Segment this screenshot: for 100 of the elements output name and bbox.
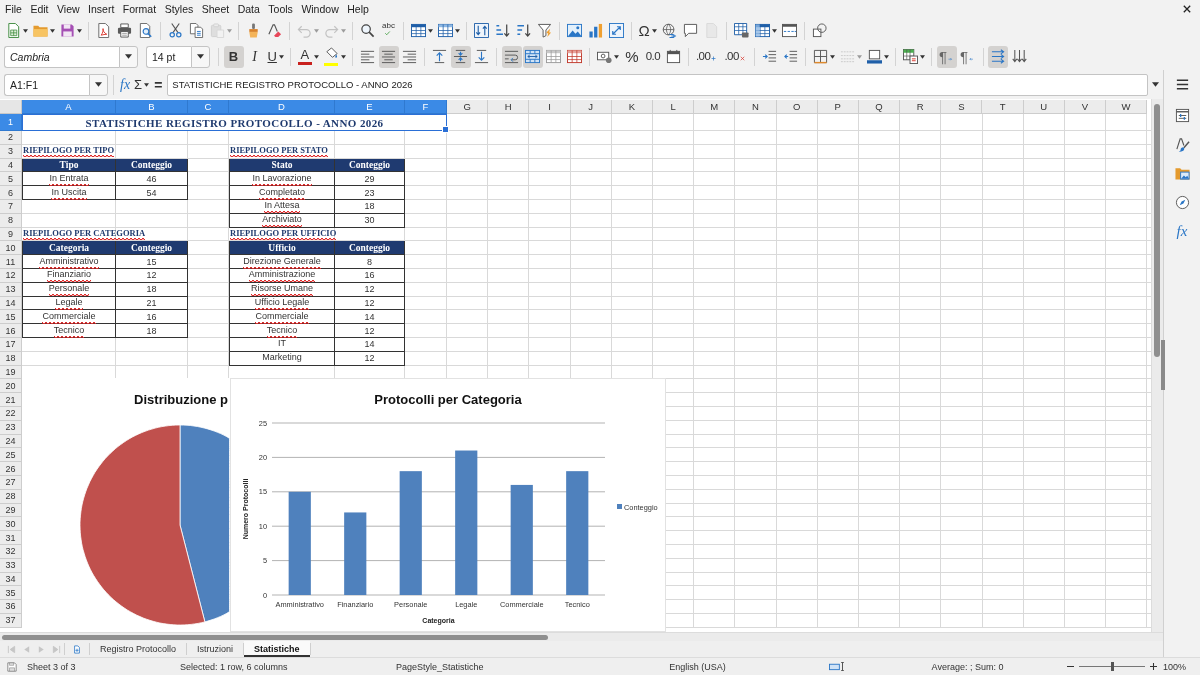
column-header[interactable]: I	[529, 100, 571, 114]
row-header[interactable]: 2	[0, 131, 22, 145]
function-wizard-button[interactable]: fx	[118, 73, 133, 96]
column-header[interactable]: M	[694, 100, 736, 114]
zoom-percent-text[interactable]: 100%	[1163, 661, 1187, 672]
rtl-button[interactable]: ¶	[957, 45, 978, 68]
row-header[interactable]: 31	[0, 531, 22, 545]
menu-item[interactable]: Window	[297, 2, 343, 16]
row-header[interactable]: 15	[0, 310, 22, 325]
align-center-button[interactable]	[378, 45, 399, 68]
dropdown-button[interactable]	[191, 45, 210, 68]
ltr-button[interactable]: ¶	[936, 45, 957, 68]
plus-icon[interactable]	[1150, 663, 1157, 670]
sheet-tab[interactable]: Registro Protocollo	[90, 641, 187, 657]
highlight-button[interactable]	[321, 45, 348, 68]
column-header[interactable]: L	[652, 100, 695, 114]
close-icon[interactable]	[1183, 5, 1191, 13]
column-header[interactable]: J	[570, 100, 612, 114]
scrollbar-thumb[interactable]	[1154, 104, 1160, 357]
font-size-field[interactable]: 14 pt	[146, 45, 191, 68]
column-header[interactable]: V	[1064, 100, 1106, 114]
column-header[interactable]: H	[488, 100, 530, 114]
menu-item[interactable]: Data	[233, 2, 264, 16]
font-color-button[interactable]: A	[295, 45, 321, 68]
column-header[interactable]: O	[776, 100, 818, 114]
sheet-tab[interactable]: Istruzioni	[187, 641, 244, 657]
page-style-text[interactable]: PageStyle_Statistiche	[396, 661, 600, 672]
floppy-disk-icon[interactable]	[7, 661, 17, 672]
number-button[interactable]: 0.0	[642, 45, 663, 68]
row-header[interactable]: 6	[0, 186, 22, 200]
menu-item[interactable]: Format	[118, 2, 161, 16]
formula-input-field[interactable]: STATISTICHE REGISTRO PROTOCOLLO - ANNO 2026	[167, 73, 1148, 96]
picture-folder-icon	[1174, 165, 1190, 181]
row-header[interactable]: 36	[0, 600, 22, 614]
column-header[interactable]: N	[735, 100, 777, 114]
functions-deck-button[interactable]: fx	[1170, 220, 1194, 242]
row-header[interactable]: 1	[0, 114, 22, 131]
row-header[interactable]: 11	[0, 255, 22, 269]
row-header[interactable]: 5	[0, 172, 22, 187]
column-header[interactable]: B	[116, 100, 188, 114]
sum-button[interactable]: Σ	[132, 73, 152, 96]
cell-text: In Lavorazione	[252, 173, 312, 186]
menu-item[interactable]: Sheet	[197, 2, 234, 16]
row-header[interactable]: 20	[0, 379, 22, 394]
column-header[interactable]: F	[405, 100, 447, 114]
text-direction-button[interactable]	[988, 45, 1008, 68]
minus-icon[interactable]	[1067, 663, 1074, 670]
column-header[interactable]: G	[447, 100, 489, 114]
column-header[interactable]: Q	[858, 100, 901, 114]
column-header[interactable]: A	[22, 100, 116, 114]
underline-button[interactable]: U	[265, 45, 286, 68]
column-header[interactable]: R	[900, 100, 942, 114]
column-header[interactable]: S	[941, 100, 983, 114]
bold-button[interactable]: B	[223, 45, 244, 68]
special-character-button[interactable]: Ω	[636, 19, 659, 42]
name-box-field[interactable]: A1:F1	[4, 73, 89, 96]
add-decimal-button[interactable]: .00	[693, 45, 722, 68]
align-middle-button[interactable]	[450, 45, 471, 68]
sidebar-handle[interactable]	[1161, 340, 1165, 390]
column-header[interactable]: W	[1106, 100, 1148, 114]
percent-button[interactable]: %	[621, 45, 642, 68]
menu-item[interactable]: View	[53, 2, 84, 16]
column-header[interactable]: U	[1023, 100, 1065, 114]
row-header[interactable]: 25	[0, 448, 22, 463]
merge-center-button[interactable]	[522, 45, 543, 68]
column-header[interactable]: D	[229, 100, 335, 114]
horizontal-scrollbar[interactable]	[0, 632, 1163, 641]
speech-bubble-icon	[683, 23, 699, 38]
delete-decimal-button[interactable]: .00	[722, 45, 750, 68]
formula-button[interactable]: =	[152, 73, 165, 96]
fill-handle-icon[interactable]	[442, 126, 449, 133]
menu-item[interactable]: Tools	[264, 2, 297, 16]
scrollbar-thumb[interactable]	[2, 634, 548, 640]
spelling-button[interactable]: abc	[378, 19, 399, 42]
menu-item[interactable]: Styles	[160, 2, 198, 16]
font-name-field[interactable]: Cambria	[4, 45, 119, 68]
italic-button[interactable]: I	[244, 45, 265, 68]
menu-item[interactable]: Help	[343, 2, 373, 16]
column-header[interactable]: T	[982, 100, 1024, 114]
row-header[interactable]: 10	[0, 241, 22, 256]
dropdown-button[interactable]	[89, 73, 108, 96]
menu-item[interactable]: Insert	[84, 2, 119, 16]
column-header[interactable]: E	[335, 100, 405, 114]
sheet-tab[interactable]: Statistiche	[244, 641, 310, 657]
column-header[interactable]: P	[817, 100, 859, 114]
menu-item[interactable]: Edit	[26, 2, 53, 16]
menu-item[interactable]: File	[1, 2, 26, 16]
column-header[interactable]: K	[611, 100, 653, 114]
row-header[interactable]: 35	[0, 586, 22, 601]
vertical-scrollbar[interactable]	[1151, 99, 1163, 632]
row-header[interactable]: 30	[0, 517, 22, 532]
rectangle-cursor-icon[interactable]	[828, 662, 847, 671]
row-header[interactable]: 21	[0, 393, 22, 407]
row-header[interactable]: 16	[0, 324, 22, 338]
row-header[interactable]: 26	[0, 462, 22, 476]
language-text[interactable]: English (USA)	[600, 661, 795, 672]
slider-thumb[interactable]	[1110, 662, 1114, 671]
column-header[interactable]: C	[188, 100, 229, 114]
dropdown-button[interactable]	[119, 45, 138, 68]
wrap-text-button[interactable]	[501, 45, 522, 68]
